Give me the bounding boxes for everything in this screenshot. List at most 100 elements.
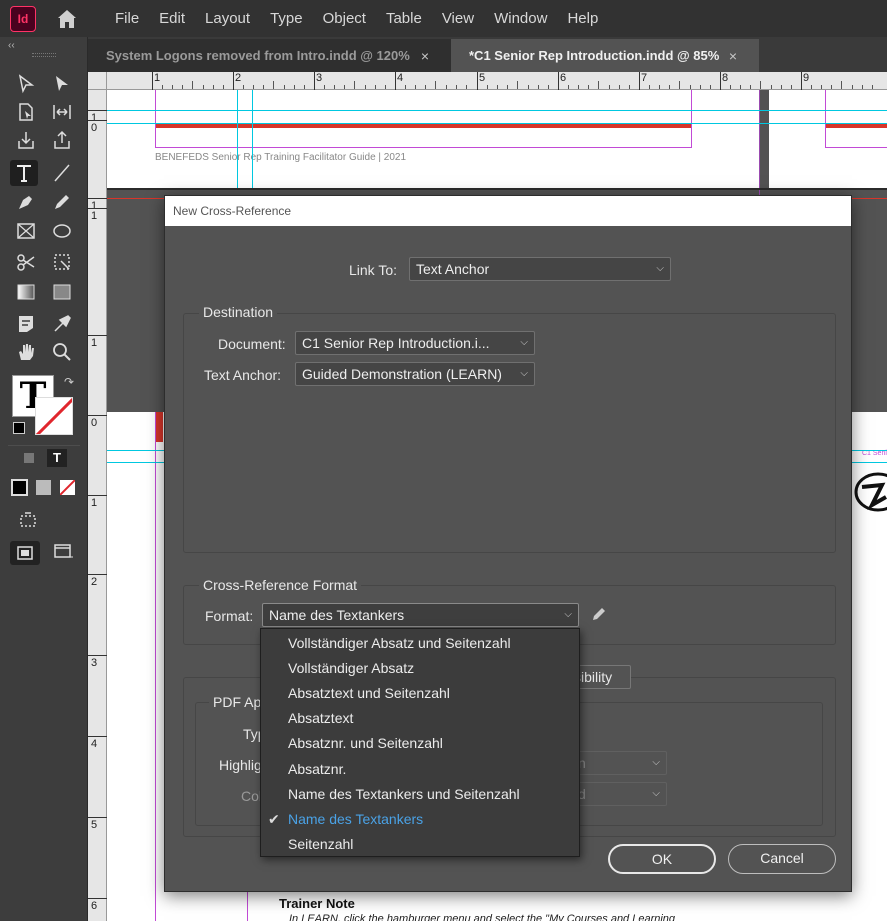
preview-mode-icon[interactable] [54,544,74,563]
format-value: Name des Textankers [269,607,405,623]
home-icon[interactable] [56,8,78,30]
menu-window[interactable]: Window [484,10,557,27]
content-collector-icon[interactable] [12,127,40,153]
highlight-select[interactable]: n ⌵ [571,751,667,775]
pencil-tool-icon[interactable] [48,189,76,215]
format-option[interactable]: Absatztext und Seitenzahl [261,681,579,706]
gradient-swatch-tool-icon[interactable] [12,279,40,305]
ruler-label: 7 [641,72,648,84]
destination-title: Destination [199,304,278,320]
note-tool-icon[interactable] [12,311,40,337]
close-icon[interactable]: × [729,48,737,64]
menu-type[interactable]: Type [260,10,313,27]
ruler-tick [801,72,802,90]
format-option[interactable]: Seitenzahl [261,832,579,857]
tab-document-2[interactable]: *C1 Senior Rep Introduction.indd @ 85% × [451,39,759,72]
type-tool-icon[interactable] [10,160,38,186]
hand-tool-icon[interactable] [12,339,40,365]
ruler-tick [88,817,107,818]
format-option[interactable]: Vollständiger Absatz [261,656,579,681]
format-option-label: Name des Textankers [288,810,424,827]
menu-edit[interactable]: Edit [149,10,195,27]
stroke-none-icon[interactable] [35,397,73,435]
ruler-minor-tick [465,85,467,89]
content-placer-icon[interactable] [48,127,76,153]
color-select[interactable]: d ⌵ [571,782,667,806]
apply-color-icon[interactable] [11,479,28,496]
ruler-minor-tick [659,85,661,89]
formatting-text-icon[interactable]: T [47,449,67,467]
pen-tool-icon[interactable] [12,189,40,215]
horizontal-ruler[interactable]: 1 2 3 4 5 6 7 8 9 [107,72,887,90]
page-tool-icon[interactable] [12,99,40,125]
swap-fill-stroke-icon[interactable]: ↷ [64,375,74,389]
zoom-tool-icon[interactable] [48,339,76,365]
ruler-tick [88,655,107,656]
ruler-label: 2 [235,72,242,84]
selection-tool-icon[interactable] [12,71,40,97]
ok-button[interactable]: OK [608,844,716,874]
ruler-minor-tick [547,85,549,89]
rectangle-frame-tool-icon[interactable] [12,218,40,244]
collapse-panel-icon[interactable]: ‹‹ [8,40,15,51]
ruler-tick [233,72,234,90]
document-select[interactable]: C1 Senior Rep Introduction.i... ⌵ [295,331,535,355]
ruler-tick [88,415,107,416]
tab-document-1[interactable]: System Logons removed from Intro.indd @ … [88,39,451,72]
eyedropper-tool-icon[interactable] [48,311,76,337]
ruler-minor-tick [455,85,457,89]
ellipse-tool-icon[interactable] [48,218,76,244]
ruler-label: 1 [154,72,161,84]
apply-gradient-icon[interactable] [36,480,51,495]
format-option[interactable]: Absatznr. [261,757,579,782]
ruler-minor-tick [790,85,792,89]
direct-selection-tool-icon[interactable] [48,71,76,97]
gradient-feather-tool-icon[interactable] [48,279,76,305]
ruler-tick [639,72,640,90]
apply-none-icon[interactable] [60,480,75,495]
menu-help[interactable]: Help [557,10,608,27]
ruler-minor-tick [497,85,499,89]
ruler-label: 4 [91,738,98,750]
link-to-select[interactable]: Text Anchor ⌵ [409,257,671,281]
footer-title: Senior Rep Training Facilitator Guide | … [208,152,407,163]
ruler-minor-tick [831,85,833,89]
format-option[interactable]: Name des Textankers und Seitenzahl [261,782,579,807]
ruler-origin[interactable] [88,72,107,90]
format-select[interactable]: Name des Textankers ⌵ [262,603,579,627]
normal-view-icon[interactable] [10,541,40,565]
chevron-down-icon: ⌵ [652,788,660,799]
menu-view[interactable]: View [432,10,484,27]
ruler-tick [88,110,107,111]
formatting-container-icon[interactable] [24,453,34,463]
default-fill-stroke-icon[interactable] [13,422,25,434]
screen-mode-icon[interactable] [14,507,42,533]
format-option[interactable]: ✔ Name des Textankers [261,807,579,832]
format-option[interactable]: Absatztext [261,706,579,731]
page-footer: BENEFEDS Senior Rep Training Facilitator… [155,152,406,163]
menu-object[interactable]: Object [313,10,376,27]
format-option-label: Name des Textankers und Seitenzahl [288,785,520,802]
ruler-minor-tick [263,85,265,89]
format-option[interactable]: Absatznr. und Seitenzahl [261,731,579,756]
format-option-label: Vollständiger Absatz [288,660,415,677]
edit-format-pencil-icon[interactable] [591,606,607,625]
vertical-ruler[interactable]: 101110123456 [88,90,107,921]
ruler-tick [88,495,107,496]
panel-grip[interactable] [32,53,56,57]
format-option[interactable]: Vollständiger Absatz und Seitenzahl [261,631,579,656]
ruler-minor-tick [588,85,590,89]
free-transform-tool-icon[interactable] [48,249,76,275]
ruler-tick [88,198,107,199]
ruler-tick [152,72,153,90]
gap-tool-icon[interactable] [48,99,76,125]
close-icon[interactable]: × [421,48,429,64]
scissors-tool-icon[interactable] [12,249,40,275]
ruler-minor-tick [750,85,752,89]
text-anchor-select[interactable]: Guided Demonstration (LEARN) ⌵ [295,362,535,386]
cancel-button[interactable]: Cancel [728,844,836,874]
menu-layout[interactable]: Layout [195,10,260,27]
menu-table[interactable]: Table [376,10,432,27]
menu-file[interactable]: File [105,10,149,27]
line-tool-icon[interactable] [48,160,76,186]
